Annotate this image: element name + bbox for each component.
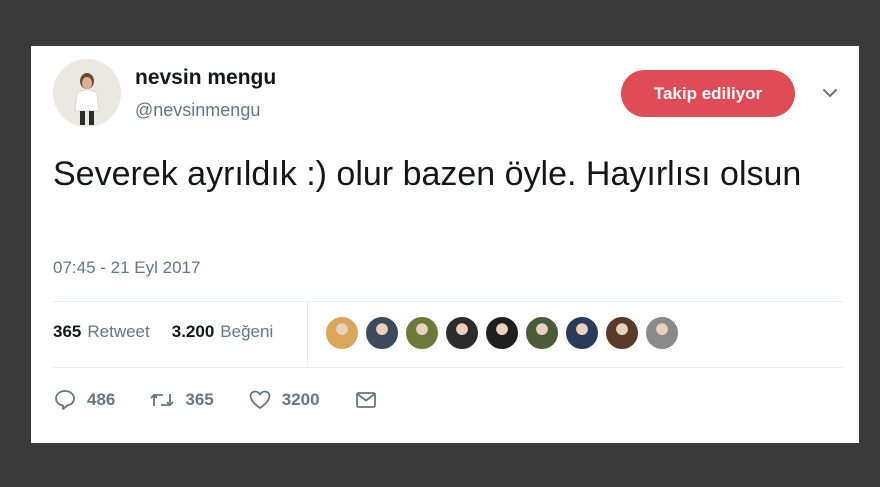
liker-avatar[interactable] — [365, 316, 399, 350]
retweet-icon — [150, 393, 175, 407]
retweet-count: 365 — [185, 390, 214, 409]
liker-avatars — [325, 316, 679, 350]
reply-count: 486 — [87, 390, 116, 409]
retweet-button[interactable]: 365 — [149, 388, 214, 412]
like-stat[interactable]: 3.200 Beğeni — [172, 322, 273, 342]
tweet-stats: 365 Retweet 3.200 Beğeni — [53, 322, 273, 342]
tweet-text: Severek ayrıldık :) olur bazen öyle. Hay… — [53, 155, 802, 193]
heart-icon — [249, 390, 271, 409]
liker-avatar[interactable] — [645, 316, 679, 350]
liker-avatar[interactable] — [445, 316, 479, 350]
liker-avatar[interactable] — [605, 316, 639, 350]
like-stat-count: 3.200 — [171, 322, 215, 341]
direct-message-button[interactable] — [354, 388, 378, 412]
tweet-timestamp[interactable]: 07:45 - 21 Eyl 2017 — [53, 258, 200, 278]
reply-icon — [55, 390, 75, 410]
retweet-stat[interactable]: 365 Retweet — [53, 322, 150, 342]
author-handle[interactable]: @nevsinmengu — [135, 100, 260, 121]
liker-avatar[interactable] — [325, 316, 359, 350]
like-count: 3200 — [281, 390, 320, 409]
liker-avatar[interactable] — [485, 316, 519, 350]
stats-separator — [307, 302, 308, 368]
following-button[interactable]: Takip ediliyor — [621, 70, 795, 117]
reply-button[interactable]: 486 — [53, 388, 115, 412]
retweet-stat-label: Retweet — [87, 322, 150, 341]
avatar[interactable] — [53, 59, 121, 127]
retweet-stat-count: 365 — [53, 322, 82, 341]
divider — [53, 367, 843, 368]
liker-avatar[interactable] — [405, 316, 439, 350]
chevron-down-icon[interactable] — [819, 82, 841, 104]
divider — [53, 301, 843, 302]
liker-avatar[interactable] — [525, 316, 559, 350]
envelope-icon — [355, 392, 376, 408]
tweet-card: nevsin mengu @nevsinmengu Takip ediliyor… — [31, 46, 859, 443]
like-stat-label: Beğeni — [220, 322, 274, 341]
author-name[interactable]: nevsin mengu — [135, 66, 276, 90]
liker-avatar[interactable] — [565, 316, 599, 350]
like-button[interactable]: 3200 — [248, 388, 320, 412]
tweet-actions: 486 365 3200 — [53, 388, 412, 412]
avatar-image — [53, 59, 121, 127]
